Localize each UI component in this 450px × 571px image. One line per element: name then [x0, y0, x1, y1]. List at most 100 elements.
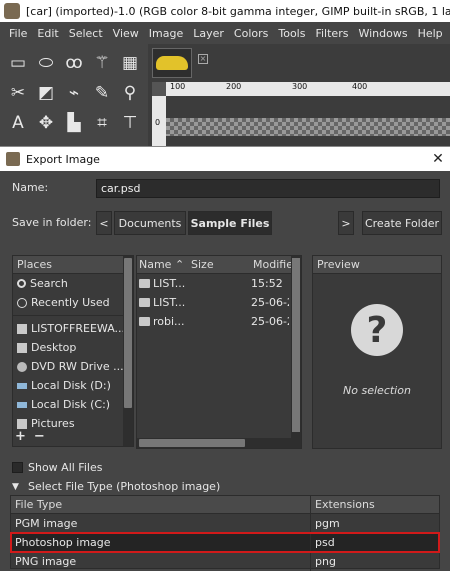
- transparent-canvas[interactable]: [166, 118, 450, 136]
- places-scrollbar[interactable]: [123, 256, 133, 446]
- file-type-name: Photoshop image: [11, 533, 311, 552]
- file-type-table: File Type Extensions PGM image pgm Photo…: [10, 495, 440, 571]
- close-icon[interactable]: ✕: [426, 151, 450, 167]
- file-modified: 15:52: [251, 277, 283, 290]
- scissors-icon[interactable]: ✂: [4, 78, 32, 108]
- filename-input[interactable]: car.psd: [96, 179, 440, 198]
- place-label: DVD RW Drive ...: [31, 360, 124, 373]
- menu-view[interactable]: View: [108, 27, 144, 40]
- name-label: Name:: [12, 181, 49, 194]
- gimp-window-title: [car] (imported)-1.0 (RGB color 8-bit ga…: [26, 4, 450, 18]
- file-type-row-psd-selected[interactable]: Photoshop image psd: [10, 532, 440, 553]
- scrollbar-thumb[interactable]: [292, 258, 300, 432]
- divider: [13, 315, 133, 316]
- paths-icon[interactable]: ⌁: [60, 78, 88, 108]
- folder-icon: [139, 317, 150, 326]
- file-row[interactable]: LIST... 25-06-2: [137, 293, 301, 312]
- column-extensions-header[interactable]: Extensions: [311, 496, 375, 513]
- horizontal-ruler: 100 200 300 400: [166, 82, 450, 96]
- ellipse-select-icon[interactable]: ⬭: [32, 48, 60, 78]
- menu-file[interactable]: File: [4, 27, 32, 40]
- folder-icon: [17, 342, 27, 353]
- menu-windows[interactable]: Windows: [353, 27, 412, 40]
- file-name: robi...: [153, 315, 185, 328]
- place-local-disk-d[interactable]: Local Disk (D:): [13, 376, 133, 395]
- toolbox: ▭ ⬭ ꝏ ⚚ ▦ ✂ ◩ ⌁ ✎ ⚲ A ✥ ▙ ⌗ ⊤: [0, 44, 148, 150]
- breadcrumb-sample-files[interactable]: Sample Files: [188, 211, 272, 235]
- menu-help[interactable]: Help: [413, 27, 448, 40]
- place-recently-used[interactable]: Recently Used: [13, 293, 133, 312]
- select-file-type-label: Select File Type (Photoshop image): [28, 480, 221, 493]
- navigate-corner[interactable]: [152, 82, 166, 96]
- file-type-row-pgm[interactable]: PGM image pgm: [11, 514, 439, 533]
- show-all-files-checkbox[interactable]: Show All Files: [12, 461, 102, 474]
- unified-transform-icon[interactable]: ⊤: [116, 108, 144, 138]
- text-icon[interactable]: A: [4, 108, 32, 138]
- fuzzy-select-icon[interactable]: ⚚: [88, 48, 116, 78]
- save-in-folder-label: Save in folder:: [12, 216, 92, 229]
- menu-image[interactable]: Image: [144, 27, 188, 40]
- disc-icon: [17, 361, 27, 372]
- place-bookmark[interactable]: LISTOFFREEWA...: [13, 319, 133, 338]
- remove-bookmark-button[interactable]: −: [34, 429, 45, 444]
- ruler-tick: 300: [292, 82, 308, 91]
- place-dvd-drive[interactable]: DVD RW Drive ...: [13, 357, 133, 376]
- place-search[interactable]: Search: [13, 274, 133, 293]
- folder-icon: [17, 418, 27, 429]
- menu-select[interactable]: Select: [64, 27, 108, 40]
- places-header: Places: [13, 256, 133, 274]
- files-vertical-scrollbar[interactable]: [291, 256, 301, 438]
- menu-filters[interactable]: Filters: [310, 27, 353, 40]
- gimp-menubar: File Edit Select View Image Layer Colors…: [0, 22, 450, 44]
- file-type-ext: psd: [315, 536, 335, 549]
- file-type-header-row: File Type Extensions: [11, 496, 439, 514]
- file-row[interactable]: robi... 25-06-2: [137, 312, 301, 331]
- place-local-disk-c[interactable]: Local Disk (C:): [13, 395, 133, 414]
- align-icon[interactable]: ▙: [60, 108, 88, 138]
- menu-colors[interactable]: Colors: [229, 27, 273, 40]
- menu-edit[interactable]: Edit: [32, 27, 63, 40]
- move-icon[interactable]: ✥: [32, 108, 60, 138]
- create-folder-button[interactable]: Create Folder: [362, 211, 442, 235]
- expander-arrow-icon: ▼: [12, 481, 19, 492]
- column-file-type-header[interactable]: File Type: [11, 496, 311, 513]
- files-horizontal-scrollbar[interactable]: [137, 438, 301, 448]
- column-size-header[interactable]: Size: [191, 258, 253, 271]
- vertical-ruler: 0: [152, 96, 166, 150]
- breadcrumb-forward-button[interactable]: >: [338, 211, 354, 235]
- breadcrumb-documents[interactable]: Documents: [114, 211, 186, 235]
- column-name-header[interactable]: Name ⌃: [139, 258, 191, 271]
- file-modified: 25-06-2: [251, 315, 289, 328]
- select-file-type-expander[interactable]: ▼ Select File Type (Photoshop image): [12, 480, 220, 493]
- foreground-select-icon[interactable]: ◩: [32, 78, 60, 108]
- close-icon[interactable]: ×: [198, 54, 208, 64]
- export-image-dialog: Export Image ✕ Name: car.psd Save in fol…: [0, 146, 450, 571]
- select-by-color-icon[interactable]: ▦: [116, 48, 144, 78]
- menu-tools[interactable]: Tools: [273, 27, 310, 40]
- scrollbar-thumb[interactable]: [124, 258, 132, 408]
- file-type-ext: png: [315, 555, 336, 568]
- drive-icon: [17, 401, 27, 408]
- place-desktop[interactable]: Desktop: [13, 338, 133, 357]
- file-row[interactable]: LIST... 15:52: [137, 274, 301, 293]
- zoom-icon[interactable]: ⚲: [116, 78, 144, 108]
- crop-icon[interactable]: ⌗: [88, 108, 116, 138]
- place-label: Search: [30, 277, 68, 290]
- free-select-icon[interactable]: ꝏ: [60, 48, 88, 78]
- image-tab-thumbnail[interactable]: [152, 48, 192, 78]
- color-picker-icon[interactable]: ✎: [88, 78, 116, 108]
- checkbox-box[interactable]: [12, 462, 23, 473]
- ruler-tick: 400: [352, 82, 368, 91]
- place-label: LISTOFFREEWA...: [31, 322, 126, 335]
- ruler-tick: 0: [155, 118, 161, 127]
- file-type-name: PNG image: [11, 552, 311, 571]
- column-modified-header[interactable]: Modified: [253, 258, 291, 271]
- files-pane: Name ⌃ Size Modified LIST... 15:52 LIST.…: [136, 255, 302, 449]
- file-type-row-png[interactable]: PNG image png: [11, 552, 439, 571]
- breadcrumb-back-button[interactable]: <: [96, 211, 112, 235]
- menu-layer[interactable]: Layer: [188, 27, 229, 40]
- file-name: LIST...: [153, 296, 186, 309]
- add-bookmark-button[interactable]: +: [15, 429, 26, 444]
- rect-select-icon[interactable]: ▭: [4, 48, 32, 78]
- scrollbar-thumb[interactable]: [139, 439, 245, 447]
